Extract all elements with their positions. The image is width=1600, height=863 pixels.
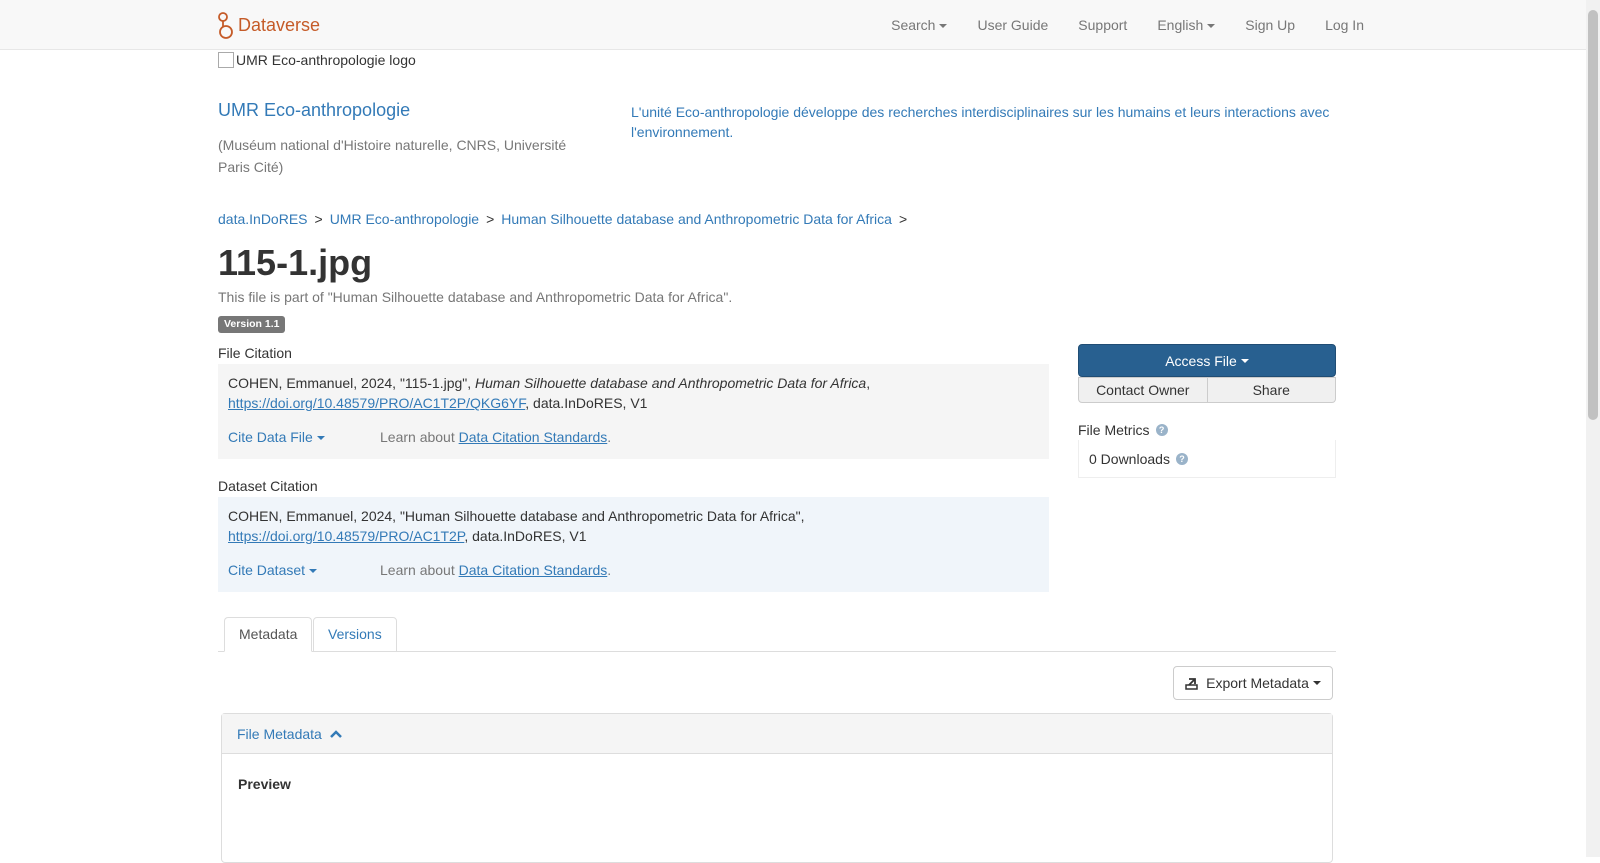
breadcrumb-link-root[interactable]: data.InDoRES [218,211,308,227]
broken-image-icon [218,52,234,68]
citation-suffix: , data.InDoRES, V1 [525,395,648,411]
breadcrumb-link-dataset[interactable]: Human Silhouette database and Anthropome… [501,211,892,227]
file-doi-link[interactable]: https://doi.org/10.48579/PRO/AC1T2P/QKG6… [228,395,525,411]
nav-language-label: English [1157,17,1204,33]
learn-prefix: Learn about [380,429,459,445]
contact-owner-button[interactable]: Contact Owner [1078,377,1208,403]
data-citation-standards-link[interactable]: Data Citation Standards [459,429,608,445]
page-title: 115-1.jpg [218,242,373,283]
breadcrumb-separator: > [314,211,323,227]
export-metadata-label: Export Metadata [1206,675,1309,691]
citation-suffix: , data.InDoRES, V1 [464,528,587,544]
citation-comma: , [866,375,871,391]
breadcrumb-link-dataverse[interactable]: UMR Eco-anthropologie [330,211,479,227]
caret-down-icon [316,436,325,441]
share-button[interactable]: Share [1207,377,1336,403]
panel-title: File Metadata [237,725,322,742]
nav-user-guide[interactable]: User Guide [962,0,1063,50]
file-metadata-panel-header[interactable]: File Metadata [222,714,1332,754]
dataset-citation-text: COHEN, Emmanuel, 2024, "Human Silhouette… [228,506,1039,546]
tab-metadata[interactable]: Metadata [224,617,313,652]
dataverse-name-link[interactable]: UMR Eco-anthropologie [218,100,410,121]
nav-search-label: Search [891,17,936,33]
dataverse-logo-icon [218,12,233,39]
access-file-button[interactable]: Access File [1078,344,1336,377]
breadcrumb-separator: > [486,211,495,227]
file-citation-label: File Citation [218,345,292,361]
caret-down-icon [1312,681,1321,685]
caret-down-icon [939,24,948,29]
file-citation-text: COHEN, Emmanuel, 2024, "115-1.jpg", Huma… [228,373,1039,413]
dataset-citation-label: Dataset Citation [218,478,318,494]
scrollbar-thumb[interactable] [1588,10,1598,420]
top-navbar: Dataverse Search User Guide Support Engl… [0,0,1586,50]
version-badge: Version 1.1 [218,316,286,333]
citation-authors: COHEN, Emmanuel, 2024, "115-1.jpg", [228,375,476,391]
help-icon[interactable]: ? [1175,452,1188,465]
caret-down-icon [1240,358,1249,363]
nav-sign-up[interactable]: Sign Up [1230,0,1310,50]
chevron-up-icon [329,729,342,738]
learn-citation-text: Learn about Data Citation Standards. [380,560,611,580]
file-citation-box: COHEN, Emmanuel, 2024, "115-1.jpg", Huma… [218,364,1049,459]
dataverse-logo-image: UMR Eco-anthropologie logo [218,52,416,68]
caret-down-icon [309,569,318,574]
learn-suffix: . [607,429,612,445]
nav-support[interactable]: Support [1063,0,1142,50]
access-file-label: Access File [1165,352,1237,369]
data-citation-standards-link[interactable]: Data Citation Standards [459,562,608,578]
nav-menu: Search User Guide Support English Sign U… [876,0,1586,50]
dataverse-description: L'unité Eco-anthropologie développe des … [631,104,1330,140]
nav-log-in[interactable]: Log In [1310,0,1586,50]
cite-dataset-label: Cite Dataset [228,562,306,578]
cite-dataset-dropdown[interactable]: Cite Dataset [228,560,380,580]
page-scrollbar[interactable] [1586,0,1600,857]
file-actions-group: Contact Owner Share [1078,377,1336,403]
downloads-count: 0 Downloads [1089,450,1170,467]
citation-dataset-title: Human Silhouette database and Anthropome… [475,375,867,391]
file-metrics-label: File Metrics [1078,422,1150,438]
cite-data-file-label: Cite Data File [228,429,313,445]
preview-label: Preview [238,776,291,792]
dataset-part-of-text: This file is part of "Human Silhouette d… [218,289,733,305]
file-tabs: Metadata Versions [218,617,1336,652]
citation-authors: COHEN, Emmanuel, 2024, "Human Silhouette… [228,508,805,524]
dataverse-affiliation: (Muséum national d'Histoire naturelle, C… [218,137,567,175]
dataset-doi-link[interactable]: https://doi.org/10.48579/PRO/AC1T2P [228,528,464,544]
help-icon[interactable]: ? [1155,424,1168,436]
export-icon [1185,677,1198,690]
nav-language-dropdown[interactable]: English [1142,0,1230,50]
tab-versions[interactable]: Versions [313,617,397,652]
learn-suffix: . [607,562,612,578]
caret-down-icon [1207,24,1216,29]
cite-data-file-dropdown[interactable]: Cite Data File [228,427,380,447]
learn-prefix: Learn about [380,562,459,578]
file-metrics-box: 0 Downloads ? [1078,440,1336,478]
nav-search-dropdown[interactable]: Search [876,0,962,50]
logo-alt-text: UMR Eco-anthropologie logo [236,52,416,68]
export-metadata-button[interactable]: Export Metadata [1173,666,1333,700]
brand-link[interactable]: Dataverse [218,10,320,40]
file-citation-actions: Cite Data File Learn about Data Citation… [228,427,611,447]
file-metadata-panel: File Metadata Preview [221,713,1333,863]
file-metrics-heading: File Metrics ? [1078,422,1168,438]
dataset-citation-actions: Cite Dataset Learn about Data Citation S… [228,560,611,580]
breadcrumb-separator: > [898,211,908,227]
brand-text: Dataverse [238,14,321,35]
breadcrumb: data.InDoRES > UMR Eco-anthropologie > H… [218,211,914,227]
dataset-citation-box: COHEN, Emmanuel, 2024, "Human Silhouette… [218,497,1049,592]
learn-citation-text: Learn about Data Citation Standards. [380,427,611,447]
